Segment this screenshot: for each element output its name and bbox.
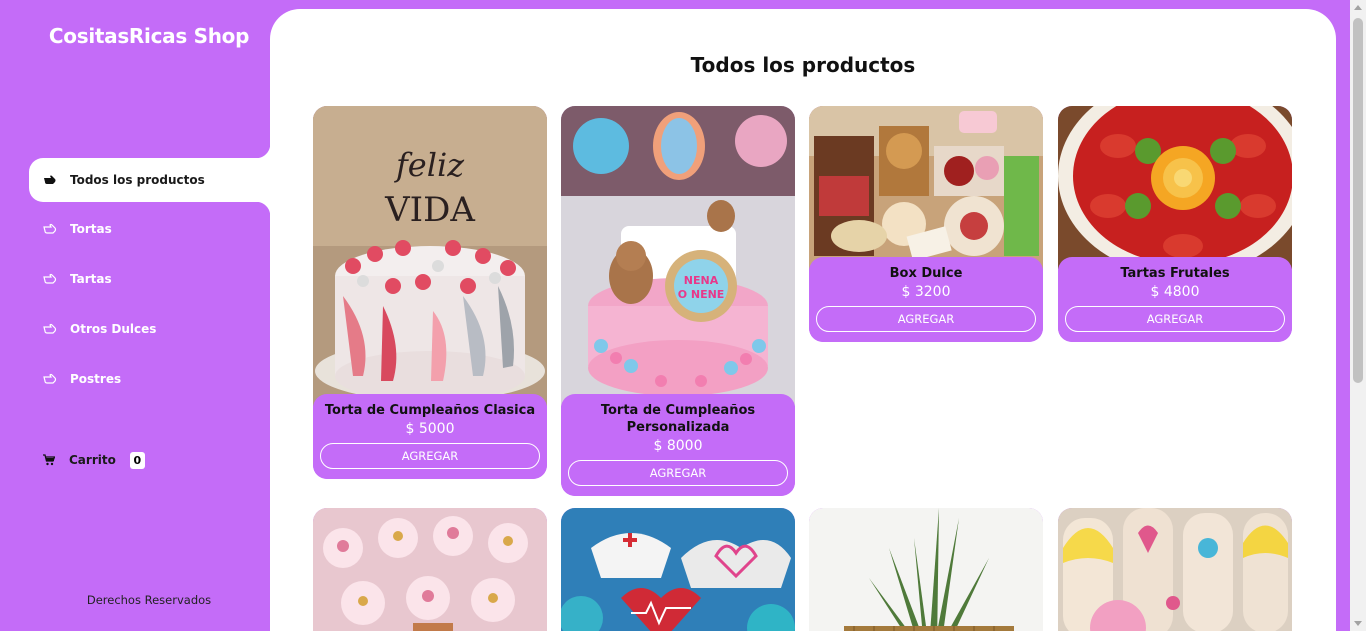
cart-link[interactable]: Carrito 0 <box>43 450 145 470</box>
product-info: Tartas Frutales $ 4800 AGREGAR <box>1058 257 1292 342</box>
scroll-down-arrow-icon[interactable] <box>1354 621 1362 626</box>
product-card: NENA O NENE Torta de Cumpleaños Personal… <box>561 106 795 496</box>
product-info: Box Dulce $ 3200 AGREGAR <box>809 257 1043 342</box>
nav-label: Otros Dulces <box>70 322 157 336</box>
add-to-cart-button[interactable]: AGREGAR <box>568 460 788 486</box>
product-image-plant[interactable] <box>809 508 1043 631</box>
svg-text:NENA: NENA <box>684 274 719 287</box>
pointing-hand-icon <box>43 173 57 187</box>
nav-item-todos[interactable]: Todos los productos <box>29 144 270 216</box>
product-image-tartas-frutales[interactable] <box>1058 106 1292 276</box>
sidebar: CositasRicas Shop Todos los productos To… <box>0 0 270 631</box>
product-price: $ 3200 <box>901 284 951 300</box>
product-card <box>561 508 795 631</box>
product-name: Torta de Cumpleaños Personalizada <box>600 403 756 435</box>
nav-item-postres[interactable]: Postres <box>29 357 270 401</box>
nav-label: Postres <box>70 372 122 386</box>
pointing-hand-icon <box>43 222 57 236</box>
product-info: Torta de Cumpleaños Clasica $ 5000 AGREG… <box>313 394 547 479</box>
add-to-cart-button[interactable]: AGREGAR <box>320 443 540 469</box>
product-card: Tartas Frutales $ 4800 AGREGAR <box>1058 106 1292 342</box>
page-scrollbar[interactable] <box>1350 0 1366 631</box>
product-card <box>313 508 547 631</box>
nav-label: Tartas <box>70 272 112 286</box>
product-card <box>1058 508 1292 631</box>
page-title: Todos los productos <box>690 53 916 77</box>
cart-count-badge: 0 <box>129 451 145 469</box>
add-to-cart-button[interactable]: AGREGAR <box>1065 306 1285 332</box>
svg-text:O NENE: O NENE <box>678 288 725 301</box>
pointing-hand-icon <box>43 272 57 286</box>
pointing-hand-icon <box>43 322 57 336</box>
pointing-hand-icon <box>43 372 57 386</box>
product-card <box>809 508 1043 631</box>
add-to-cart-button[interactable]: AGREGAR <box>816 306 1036 332</box>
product-image-cupcakes[interactable] <box>313 508 547 631</box>
nav-item-tartas[interactable]: Tartas <box>29 257 270 301</box>
product-image-box-dulce[interactable] <box>809 106 1043 269</box>
brand-title: CositasRicas Shop <box>48 24 250 48</box>
scroll-up-arrow-icon[interactable] <box>1354 5 1362 10</box>
nav-label: Tortas <box>70 222 112 236</box>
main-content: Todos los productos feliz VIDA Torta de … <box>270 9 1336 631</box>
product-card: feliz VIDA Torta de Cumpleaños Clasica $… <box>313 106 547 479</box>
nav-item-otros-dulces[interactable]: Otros Dulces <box>29 307 270 351</box>
cart-icon <box>43 454 55 466</box>
scroll-thumb[interactable] <box>1353 18 1363 383</box>
nav-label: Todos los productos <box>70 173 205 187</box>
product-image-cake-custom[interactable]: NENA O NENE <box>561 106 795 406</box>
product-name: Tartas Frutales <box>1120 266 1230 281</box>
product-image-cake-classic[interactable]: feliz VIDA <box>313 106 547 406</box>
product-name: Box Dulce <box>889 266 963 281</box>
product-price: $ 8000 <box>653 438 703 454</box>
product-info: Torta de Cumpleaños Personalizada $ 8000… <box>561 394 795 496</box>
product-name: Torta de Cumpleaños Clasica <box>324 403 536 418</box>
svg-text:VIDA: VIDA <box>384 190 475 230</box>
cart-label: Carrito <box>69 453 116 467</box>
product-image-cookies[interactable] <box>561 508 795 631</box>
product-image-cakepops[interactable] <box>1058 508 1292 631</box>
product-price: $ 5000 <box>405 421 455 437</box>
product-price: $ 4800 <box>1150 284 1200 300</box>
nav-item-tortas[interactable]: Tortas <box>29 207 270 251</box>
svg-text:feliz: feliz <box>394 146 465 184</box>
product-card: Box Dulce $ 3200 AGREGAR <box>809 106 1043 342</box>
footer-text: Derechos Reservados <box>86 593 212 607</box>
